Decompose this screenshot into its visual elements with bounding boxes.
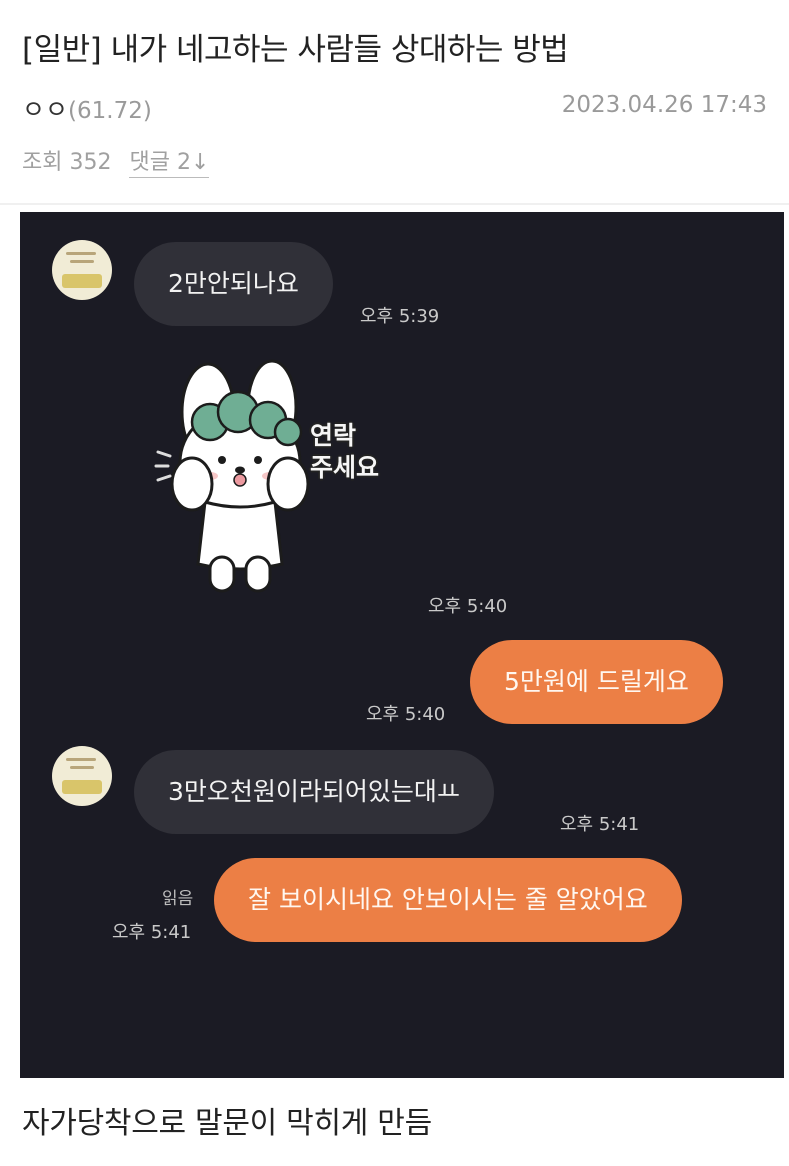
author-name[interactable]: ㅇㅇ	[22, 95, 68, 124]
sticker-line-1: 연락	[310, 421, 357, 450]
profile-avatar-icon	[52, 746, 112, 806]
sticker-caption: 연락 주세요	[310, 420, 379, 484]
message-time: 오후 5:41	[560, 814, 640, 835]
post-title: [일반] 내가 네고하는 사람들 상대하는 방법	[22, 32, 569, 68]
chat-screenshot: 2만안되나요 오후 5:39 연락 주세요 오후 5:40 5만원에 드릴게요 …	[20, 212, 784, 1078]
post-date: 2023.04.26 17:43	[561, 92, 767, 118]
outgoing-message-1: 5만원에 드릴게요	[470, 640, 723, 724]
read-receipt: 읽음	[162, 889, 194, 909]
message-time: 오후 5:40	[428, 596, 508, 617]
post-header: [일반] 내가 네고하는 사람들 상대하는 방법 ㅇㅇ(61.72) 2023.…	[0, 0, 789, 205]
divider	[0, 203, 789, 205]
bunny-sticker-icon	[154, 359, 310, 593]
message-time: 오후 5:40	[366, 704, 446, 725]
sticker-line-2: 주세요	[310, 453, 380, 482]
author-row: ㅇㅇ(61.72) 2023.04.26 17:43	[22, 90, 767, 124]
profile-avatar-icon	[52, 240, 112, 300]
view-count: 조회 352	[22, 150, 112, 175]
author[interactable]: ㅇㅇ(61.72)	[22, 90, 152, 126]
incoming-message-1: 2만안되나요	[134, 242, 333, 326]
outgoing-message-2: 잘 보이시네요 안보이시는 줄 알았어요	[214, 858, 682, 942]
author-score: (61.72)	[68, 98, 152, 124]
post-body-caption: 자가당착으로 말문이 막히게 만듬	[22, 1106, 432, 1141]
message-time: 오후 5:39	[360, 306, 440, 327]
comment-count-link[interactable]: 댓글 2↓	[129, 150, 210, 178]
incoming-message-2: 3만오천원이라되어있는대ㅛ	[134, 750, 494, 834]
post-meta: 조회 352 댓글 2↓	[22, 144, 210, 178]
message-time: 오후 5:41	[112, 922, 192, 943]
